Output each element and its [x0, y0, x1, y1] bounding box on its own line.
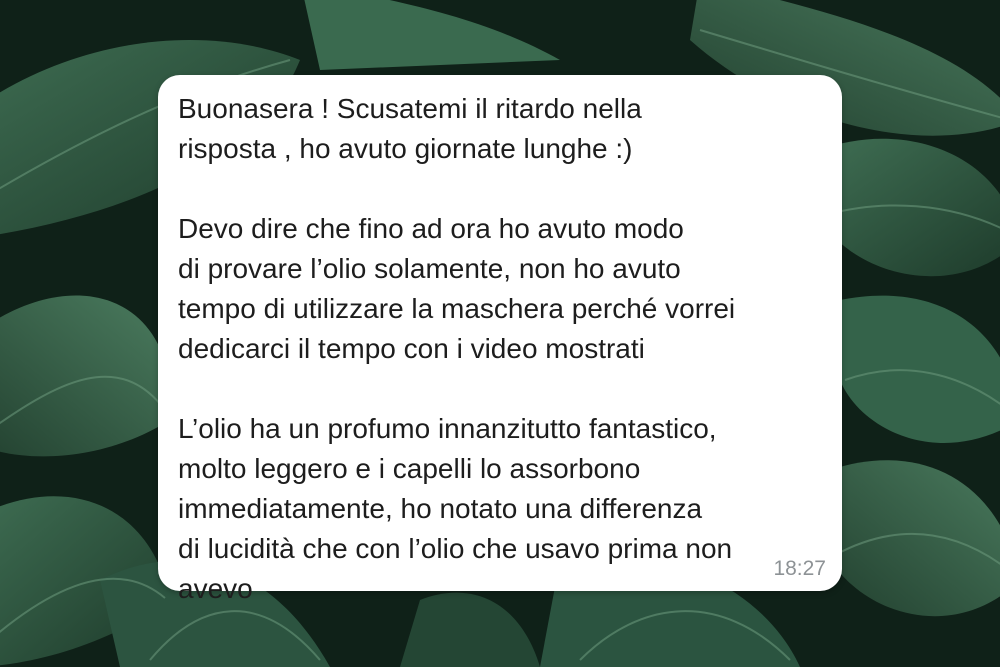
message-paragraph: L’olio ha un profumo innanzitutto fantas…: [178, 413, 733, 604]
message-paragraph: Devo dire che fino ad ora ho avuto modo …: [178, 213, 736, 364]
message-timestamp: 18:27: [773, 557, 826, 580]
message-paragraph: Buonasera ! Scusatemi il ritardo nella r…: [178, 93, 642, 164]
chat-message-bubble: Buonasera ! Scusatemi il ritardo nella r…: [158, 75, 842, 604]
